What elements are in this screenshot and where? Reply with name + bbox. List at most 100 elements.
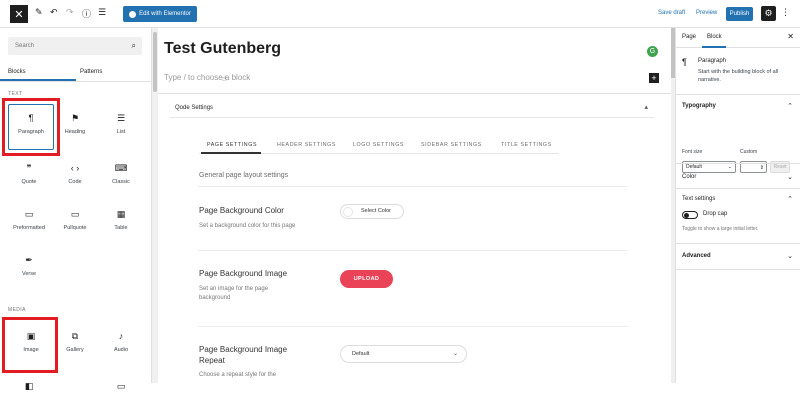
pencil-tools-icon[interactable]: ✎ bbox=[35, 7, 43, 18]
chevron-up-icon[interactable]: ⌃ bbox=[787, 195, 793, 203]
spinner-icon[interactable]: ⇕ bbox=[760, 163, 764, 173]
pullquote-icon: ▭ bbox=[70, 209, 80, 219]
divider bbox=[676, 94, 800, 95]
custom-label: Custom bbox=[740, 149, 758, 155]
close-icon[interactable]: ✕ bbox=[787, 32, 794, 41]
divider bbox=[676, 188, 800, 189]
block-label: Code bbox=[68, 179, 82, 185]
block-cover[interactable]: ◧ bbox=[6, 372, 52, 418]
tab-blocks[interactable]: Blocks bbox=[8, 69, 26, 75]
category-text-label: TEXT bbox=[8, 91, 23, 97]
qode-settings-header[interactable]: Qode Settings ▴ bbox=[170, 100, 654, 118]
scrollbar-thumb[interactable] bbox=[153, 32, 157, 92]
divider bbox=[676, 269, 800, 270]
category-media-label: MEDIA bbox=[8, 307, 26, 313]
post-title[interactable]: Test Gutenberg bbox=[164, 40, 281, 58]
verse-icon: ✒ bbox=[25, 255, 33, 265]
upload-button[interactable]: UPLOAD bbox=[340, 270, 393, 288]
block-label: Preformatted bbox=[13, 225, 45, 231]
bg-image-desc: Set an image for the page background bbox=[199, 286, 269, 301]
tab-page[interactable]: Page bbox=[682, 34, 696, 40]
paragraph-icon: ¶ bbox=[682, 57, 687, 67]
divider bbox=[198, 326, 628, 327]
block-label: List bbox=[116, 129, 126, 135]
section-title: General page layout settings bbox=[199, 172, 289, 179]
tab-sidebar-settings[interactable]: SIDEBAR SETTINGS bbox=[421, 142, 482, 148]
block-preformatted[interactable]: ▭ Preformatted bbox=[6, 200, 52, 246]
editor-topbar: ✕ ✎ ↶ ↷ ⓘ ☰ Edit with Elementor Save dra… bbox=[0, 0, 800, 28]
block-code[interactable]: ‹ › Code bbox=[52, 154, 98, 200]
publish-button[interactable]: Publish bbox=[726, 7, 753, 21]
text-settings-panel-title[interactable]: Text settings bbox=[682, 196, 715, 202]
search-icon: ⌕ bbox=[131, 41, 136, 50]
qode-tabs: PAGE SETTINGS HEADER SETTINGS LOGO SETTI… bbox=[199, 140, 559, 154]
block-quote[interactable]: ❞ Quote bbox=[6, 154, 52, 200]
redo-icon[interactable]: ↷ bbox=[66, 7, 74, 18]
divider bbox=[676, 243, 800, 244]
heading-icon: ⚑ bbox=[70, 113, 80, 123]
font-size-label: Font size bbox=[682, 149, 703, 155]
highlight-box-image bbox=[2, 317, 58, 373]
color-panel-title[interactable]: Color bbox=[682, 174, 696, 180]
block-card-title: Paragraph bbox=[698, 58, 727, 64]
tab-header-settings[interactable]: HEADER SETTINGS bbox=[277, 142, 336, 148]
block-classic[interactable]: ⌨ Classic bbox=[98, 154, 144, 200]
tab-title-settings[interactable]: TITLE SETTINGS bbox=[501, 142, 552, 148]
divider bbox=[676, 163, 800, 164]
block-table[interactable]: ▦ Table bbox=[98, 200, 144, 246]
grammarly-icon[interactable]: G bbox=[647, 46, 658, 57]
tab-logo-settings[interactable]: LOGO SETTINGS bbox=[353, 142, 404, 148]
tab-block[interactable]: Block bbox=[707, 34, 722, 40]
settings-gear-icon[interactable]: ⚙ bbox=[761, 6, 776, 21]
block-label: Pullquote bbox=[63, 225, 87, 231]
chevron-down-icon[interactable]: ⌄ bbox=[787, 173, 793, 181]
block-label: Gallery bbox=[66, 347, 84, 353]
block-pullquote[interactable]: ▭ Pullquote bbox=[52, 200, 98, 246]
block-verse[interactable]: ✒ Verse bbox=[6, 246, 52, 292]
active-tab-indicator bbox=[702, 46, 726, 48]
close-editor-button[interactable]: ✕ bbox=[10, 5, 28, 23]
block-list[interactable]: ☰ List bbox=[98, 104, 144, 150]
typography-panel-title[interactable]: Typography bbox=[682, 103, 716, 109]
elementor-button-label: Edit with Elementor bbox=[139, 11, 191, 17]
info-icon[interactable]: ⓘ bbox=[82, 7, 91, 20]
chevron-down-icon: ⌄ bbox=[452, 351, 458, 357]
sidebar-tabs: Page Block ✕ bbox=[676, 28, 800, 48]
advanced-panel-title[interactable]: Advanced bbox=[682, 253, 711, 259]
elementor-icon bbox=[129, 10, 137, 18]
add-block-icon[interactable]: + bbox=[649, 73, 659, 83]
drop-cap-toggle[interactable] bbox=[682, 211, 698, 219]
cover-icon: ◧ bbox=[24, 381, 34, 391]
block-card-description: Start with the building block of all nar… bbox=[698, 69, 779, 83]
more-options-icon[interactable]: ⋮ bbox=[781, 7, 790, 18]
save-draft-button[interactable]: Save draft bbox=[658, 10, 685, 16]
qode-settings-title: Qode Settings bbox=[175, 105, 214, 111]
list-view-icon[interactable]: ☰ bbox=[98, 7, 106, 18]
tab-page-settings[interactable]: PAGE SETTINGS bbox=[207, 142, 257, 148]
block-file[interactable]: ▭ bbox=[98, 372, 144, 418]
block-gallery[interactable]: ⧉ Gallery bbox=[52, 322, 98, 368]
block-placeholder[interactable]: Type / to choose a block bbox=[164, 73, 250, 82]
editor-canvas: Test Gutenberg G Type / to choose a bloc… bbox=[158, 28, 671, 383]
preview-button[interactable]: Preview bbox=[696, 10, 717, 16]
edit-with-elementor-button[interactable]: Edit with Elementor bbox=[123, 6, 197, 22]
bg-repeat-select[interactable]: Default ⌄ bbox=[340, 345, 467, 363]
block-audio[interactable]: ♪ Audio bbox=[98, 322, 144, 368]
block-label: Table bbox=[114, 225, 128, 231]
divider bbox=[198, 250, 628, 251]
tab-patterns[interactable]: Patterns bbox=[80, 69, 102, 75]
undo-icon[interactable]: ↶ bbox=[50, 7, 58, 18]
divider bbox=[198, 186, 628, 187]
gallery-icon: ⧉ bbox=[71, 331, 79, 341]
collapse-icon[interactable]: ▴ bbox=[644, 103, 648, 111]
select-color-button[interactable]: Select Color bbox=[340, 204, 404, 219]
bg-image-title: Page Background Image bbox=[199, 269, 288, 278]
chevron-down-icon[interactable]: ⌄ bbox=[787, 252, 793, 260]
keyboard-icon: ⌨ bbox=[114, 163, 128, 173]
block-inserter-panel: Search ⌕ Blocks Patterns TEXT ¶ Paragrap… bbox=[0, 28, 152, 391]
bg-repeat-title: Page Background Image Repeat bbox=[199, 345, 288, 365]
audio-icon: ♪ bbox=[118, 331, 124, 341]
block-label: Audio bbox=[113, 347, 129, 353]
block-search-input[interactable]: Search ⌕ bbox=[8, 37, 142, 55]
chevron-up-icon[interactable]: ⌃ bbox=[787, 102, 793, 110]
